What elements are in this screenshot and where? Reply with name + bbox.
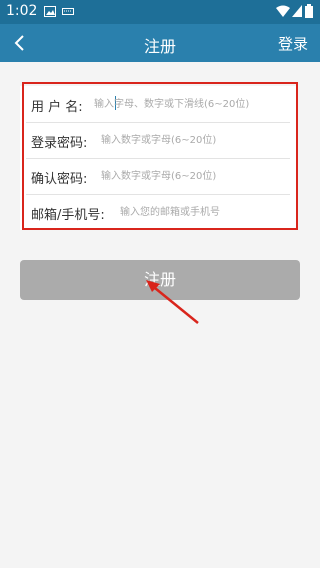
registration-form: 用 户 名: 登录密码: 确认密码: 邮箱/手机号: — [20, 86, 296, 230]
signal-icon — [292, 5, 302, 17]
password-input[interactable] — [101, 131, 291, 149]
wifi-icon — [276, 5, 290, 17]
title-bar: 注册 登录 — [0, 24, 320, 62]
status-bar: 1:02 — [0, 0, 320, 24]
email-phone-row: 邮箱/手机号: — [26, 194, 292, 230]
annotation-arrow-icon — [146, 280, 199, 324]
login-link[interactable]: 登录 — [278, 33, 308, 54]
email-phone-label: 邮箱/手机号: — [31, 208, 105, 223]
image-icon — [44, 6, 56, 17]
password-row: 登录密码: — [26, 122, 291, 159]
confirm-password-label: 确认密码: — [31, 172, 88, 187]
confirm-password-input[interactable] — [101, 167, 291, 185]
battery-icon — [305, 4, 313, 18]
username-input[interactable] — [94, 95, 294, 113]
password-label: 登录密码: — [31, 136, 88, 151]
page-title: 注册 — [143, 37, 176, 56]
username-label: 用 户 名: — [31, 100, 83, 115]
username-row: 用 户 名: — [26, 86, 294, 123]
keyboard-icon — [62, 8, 74, 15]
email-phone-input[interactable] — [120, 203, 292, 221]
status-time: 1:02 — [6, 3, 38, 19]
confirm-password-row: 确认密码: — [26, 158, 291, 195]
